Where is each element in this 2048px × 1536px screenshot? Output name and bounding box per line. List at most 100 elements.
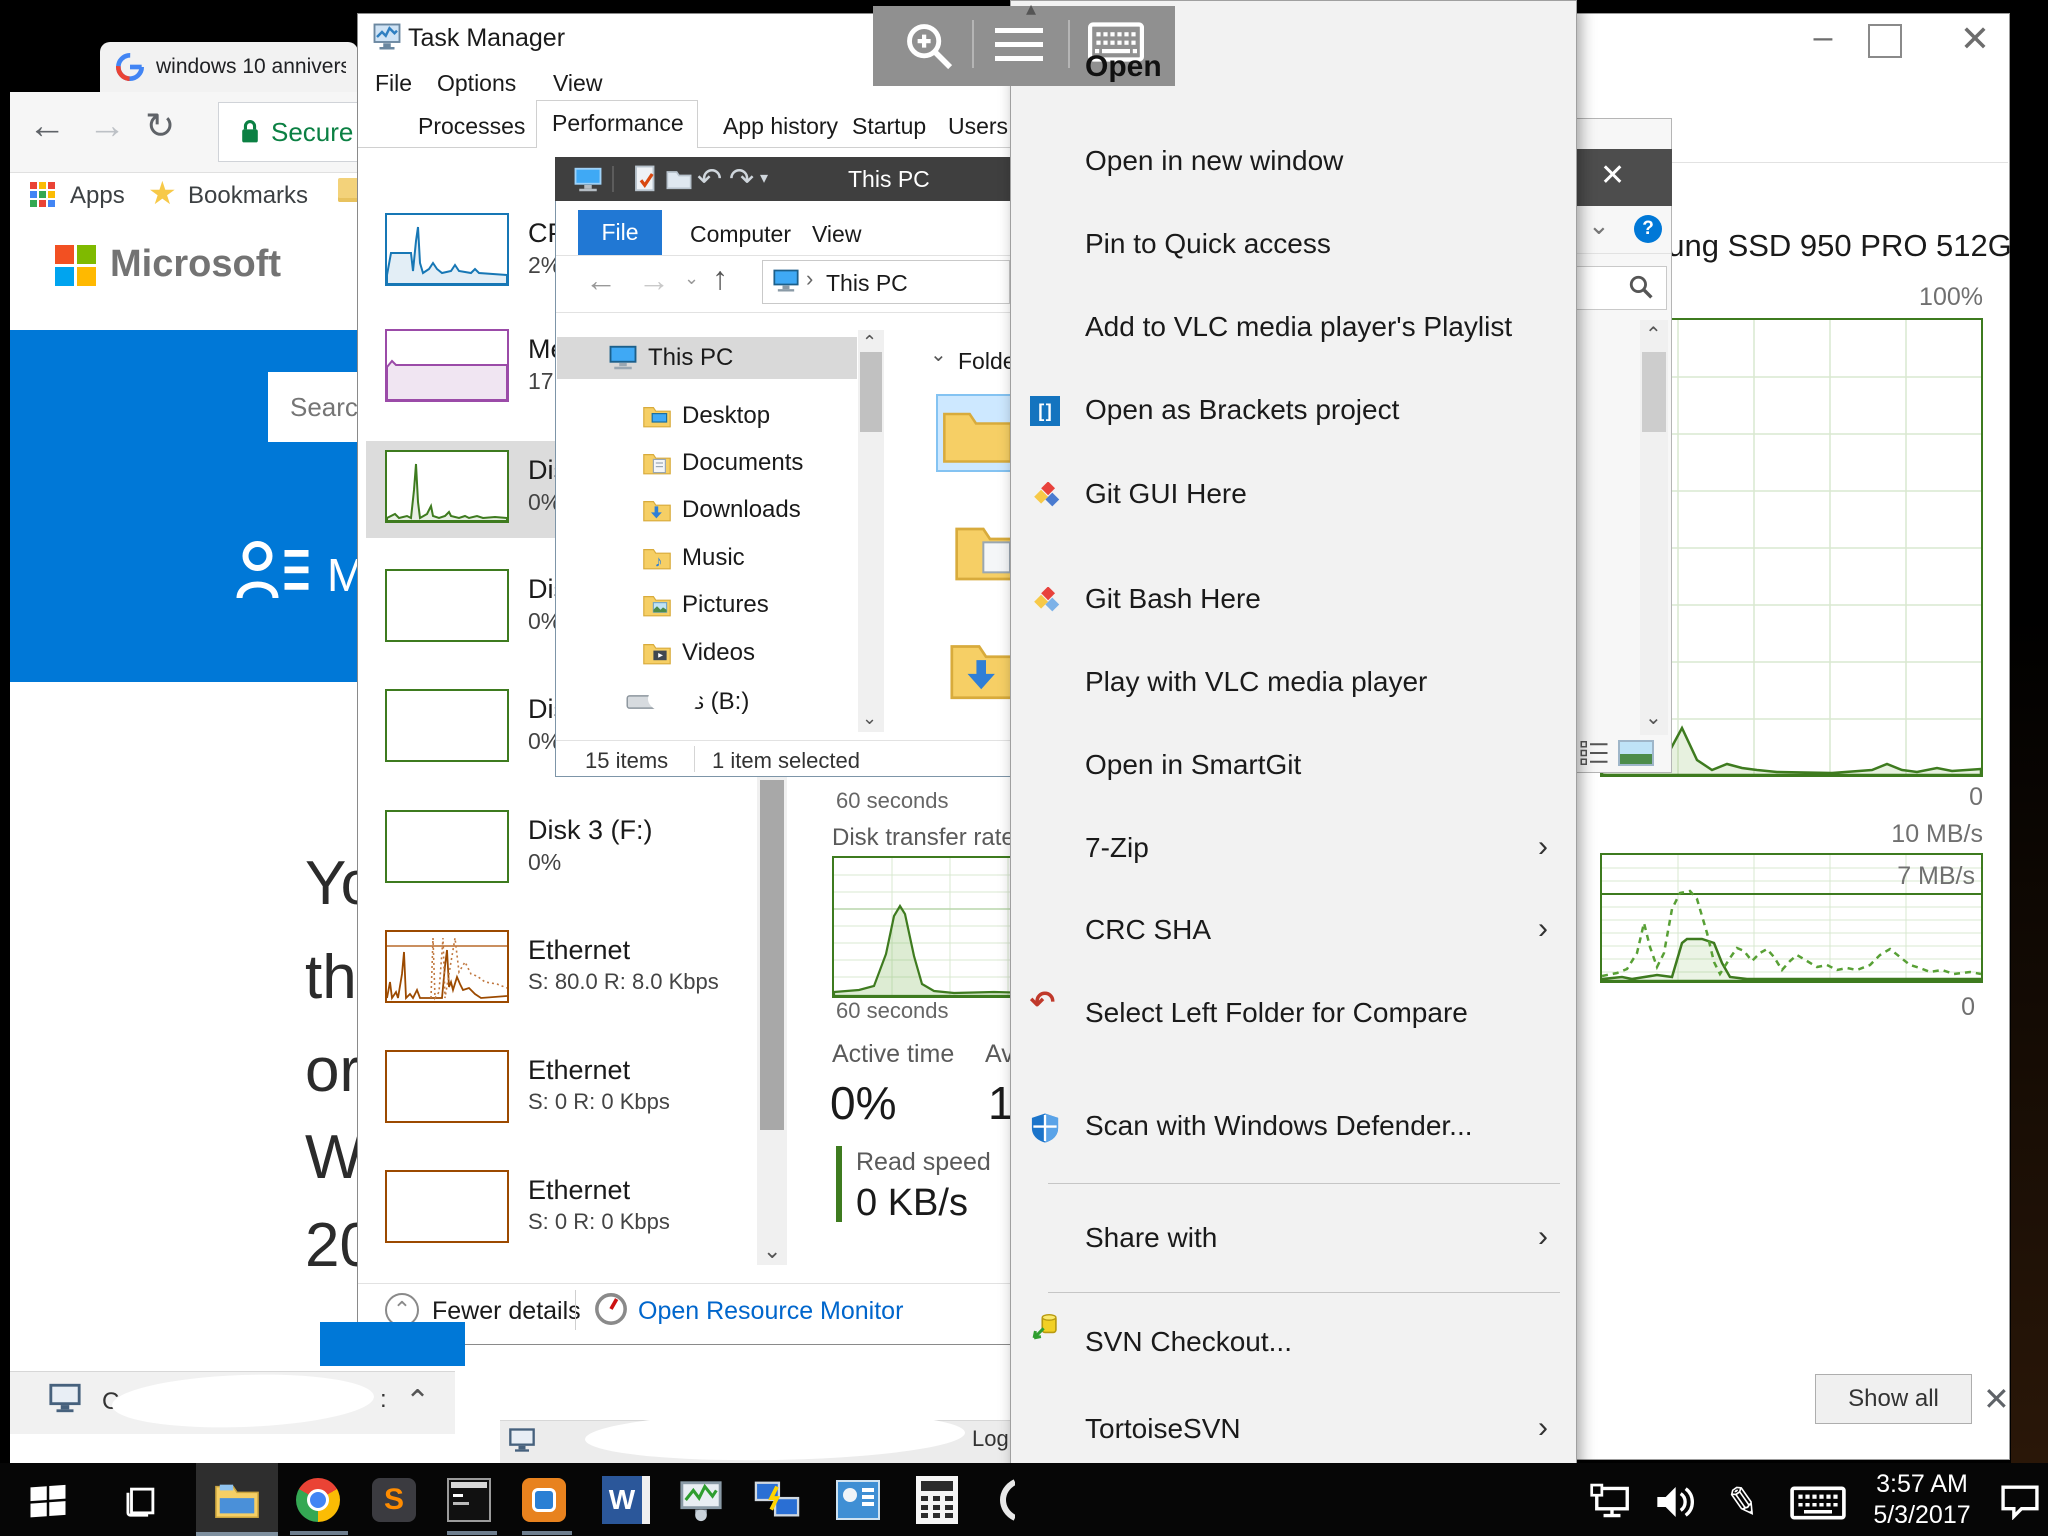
tab-view[interactable]: View — [812, 221, 861, 248]
tm-sidebar-item-memory[interactable] — [385, 329, 509, 402]
taskbar-chrome-button[interactable] — [296, 1478, 340, 1522]
tray-clock-time[interactable]: 3:57 AM — [1862, 1470, 1982, 1499]
menu-item-pin-quick-access[interactable]: Pin to Quick access — [1085, 228, 1331, 260]
tm-scroll-down-icon[interactable]: ⌄ — [763, 1238, 781, 1264]
tab-startup-label[interactable]: Startup — [852, 113, 926, 140]
explorer-scroll-up-icon[interactable]: ⌃ — [862, 332, 877, 353]
tray-keyboard-icon[interactable] — [1790, 1486, 1846, 1520]
tree-item-desktop[interactable]: Desktop — [560, 394, 770, 438]
nav-history-icon[interactable]: ⌄ — [684, 268, 699, 289]
breadcrumb[interactable]: This PC — [826, 270, 908, 297]
qat-dropdown-icon[interactable]: ▾ — [760, 168, 768, 188]
tree-item-pictures[interactable]: Pictures — [560, 583, 769, 627]
panel-close-icon[interactable]: ✕ — [1600, 158, 1625, 193]
show-all-button[interactable]: Show all — [1815, 1374, 1972, 1424]
tm-sidebar-item-eth1[interactable] — [385, 930, 509, 1003]
shelf-collapse-icon[interactable]: ⌃ — [405, 1384, 430, 1419]
tree-item-downloads[interactable]: Downloads — [560, 488, 801, 532]
nav-up-icon[interactable]: ↑ — [712, 260, 728, 297]
task-view-button[interactable] — [122, 1482, 160, 1520]
group-chevron-icon[interactable]: ⌄ — [930, 342, 947, 367]
menu-item-7zip[interactable]: 7-Zip — [1085, 832, 1149, 864]
zoom-tool-icon[interactable] — [903, 20, 955, 72]
menu-tool-icon[interactable] — [995, 28, 1043, 62]
tm-menu-options[interactable]: Options — [437, 70, 516, 97]
menu-item-defender-scan[interactable]: Scan with Windows Defender... — [1085, 1110, 1473, 1142]
taskbar-explorer-button[interactable] — [214, 1479, 260, 1521]
bookmarks-label[interactable]: Bookmarks — [188, 182, 308, 210]
menu-item-vlc-play[interactable]: Play with VLC media player — [1085, 666, 1427, 698]
menu-item-open[interactable]: Open — [1085, 50, 1162, 84]
menu-item-smartgit[interactable]: Open in SmartGit — [1085, 749, 1301, 781]
qat-undo-icon[interactable]: ↶ — [697, 162, 722, 197]
tm-sidebar-item-cpu[interactable] — [385, 213, 509, 286]
reload-icon[interactable]: ↻ — [145, 105, 175, 147]
breadcrumb-chevron-icon[interactable]: › — [806, 266, 813, 292]
explorer-scroll-down-icon[interactable]: ⌄ — [862, 708, 877, 729]
tree-item-music[interactable]: ♪ Music — [560, 536, 745, 580]
qat-properties-icon[interactable] — [633, 164, 659, 194]
taskbar-monitor-blue-button[interactable] — [836, 1480, 880, 1520]
tm-sidebar-item-eth3[interactable] — [385, 1170, 509, 1243]
action-center-icon[interactable] — [2000, 1482, 2040, 1520]
menu-item-share-with[interactable]: Share with — [1085, 1222, 1217, 1254]
panel-list-view-icon[interactable] — [1580, 740, 1610, 766]
resource-monitor-icon[interactable] — [594, 1292, 628, 1326]
tray-network-icon[interactable] — [1590, 1483, 1634, 1521]
menu-item-git-bash[interactable]: Git Bash Here — [1085, 583, 1261, 615]
menu-item-crc-sha[interactable]: CRC SHA — [1085, 914, 1211, 946]
taskbar-perfmon-button[interactable] — [678, 1478, 724, 1522]
menu-item-vlc-playlist[interactable]: Add to VLC media player's Playlist — [1085, 311, 1512, 343]
tab-file[interactable]: File — [578, 210, 662, 255]
taskbar-sublime-button[interactable]: S — [372, 1478, 416, 1522]
panel-help-button[interactable]: ? — [1634, 215, 1662, 243]
tree-item-documents[interactable]: Documents — [560, 441, 803, 485]
menu-item-select-left-folder[interactable]: Select Left Folder for Compare — [1085, 997, 1468, 1029]
minimize-button[interactable]: – — [1793, 18, 1853, 60]
tab-app-history-label[interactable]: App history — [723, 113, 838, 140]
chrome-tab[interactable]: windows 10 anniversary — [100, 42, 358, 92]
forward-icon[interactable]: → — [88, 105, 126, 148]
taskbar-app-orange-button[interactable] — [522, 1478, 566, 1522]
taskbar-partial-icon[interactable] — [995, 1478, 1015, 1522]
start-button[interactable] — [28, 1480, 68, 1520]
explorer-scroll-thumb[interactable] — [860, 352, 882, 432]
panel-scroll-up-icon[interactable]: ⌃ — [1645, 322, 1662, 347]
menu-scroll-up-icon[interactable]: ▴ — [1026, 0, 1036, 21]
tab-performance-label[interactable]: Performance — [552, 110, 684, 137]
maximize-button[interactable] — [1868, 24, 1902, 58]
tm-sidebar-item-eth2[interactable] — [385, 1050, 509, 1123]
panel-search-icon[interactable] — [1628, 274, 1654, 300]
bookmark-star-icon[interactable]: ★ — [148, 174, 177, 212]
apps-label[interactable]: Apps — [70, 182, 125, 210]
menu-item-brackets[interactable]: Open as Brackets project — [1085, 394, 1399, 426]
menu-item-svn-checkout[interactable]: SVN Checkout... — [1085, 1326, 1292, 1358]
tree-item-videos[interactable]: Videos — [560, 631, 755, 675]
tm-sidebar-item-disk0[interactable] — [385, 450, 509, 523]
taskbar-word-button[interactable]: W — [602, 1476, 650, 1524]
qat-newfolder-icon[interactable] — [665, 166, 693, 192]
tm-menu-file[interactable]: File — [375, 70, 412, 97]
taskbar-remote-button[interactable] — [754, 1478, 800, 1522]
main-folder-desktop[interactable] — [936, 394, 1016, 472]
close-button[interactable]: ✕ — [1945, 18, 2005, 60]
open-resource-monitor-link[interactable]: Open Resource Monitor — [638, 1297, 903, 1326]
panel-scroll-down-icon[interactable]: ⌄ — [1645, 705, 1662, 730]
qat-redo-icon[interactable]: ↷ — [729, 162, 754, 197]
taskbar-cmd-button[interactable] — [447, 1478, 491, 1522]
page-blue-button[interactable] — [320, 1322, 465, 1366]
menu-item-tortoisesvn[interactable]: TortoiseSVN — [1085, 1413, 1241, 1445]
shelf-close-icon[interactable]: ✕ — [1983, 1380, 2010, 1418]
tm-scroll-thumb[interactable] — [760, 780, 784, 1130]
menu-item-git-gui[interactable]: Git GUI Here — [1085, 478, 1247, 510]
apps-grid-icon[interactable] — [30, 182, 56, 208]
tm-menu-view[interactable]: View — [553, 70, 602, 97]
tray-clock-date[interactable]: 5/3/2017 — [1862, 1501, 1982, 1530]
tm-sidebar-item-disk1[interactable] — [385, 569, 509, 642]
taskbar-calculator-button[interactable] — [916, 1476, 958, 1524]
tab-computer[interactable]: Computer — [690, 221, 791, 248]
tab-users-label[interactable]: Users — [948, 113, 1008, 140]
tab-processes-label[interactable]: Processes — [418, 113, 525, 140]
nav-back-icon[interactable]: ← — [585, 262, 617, 299]
menu-item-open-new-window[interactable]: Open in new window — [1085, 145, 1343, 177]
